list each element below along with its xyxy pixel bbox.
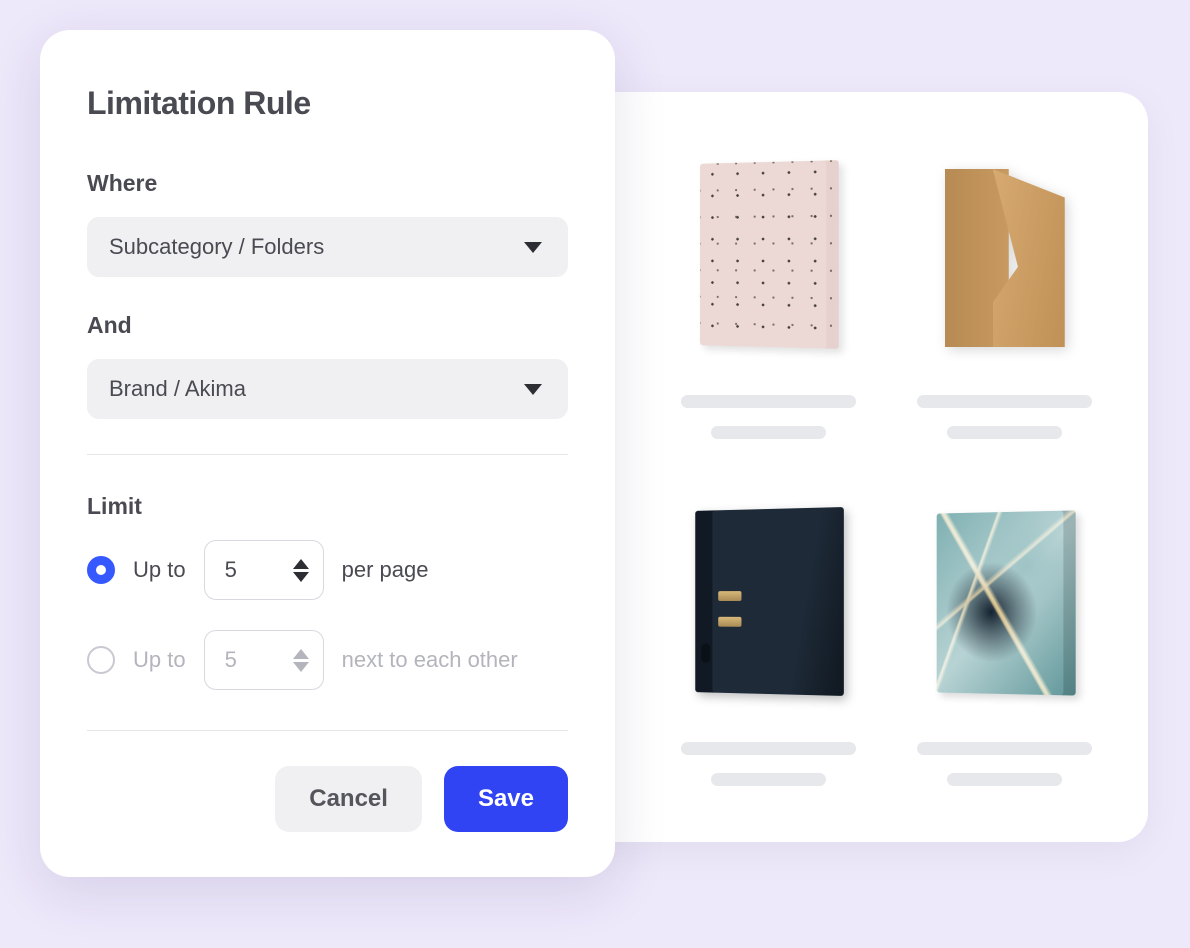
stepper-arrows-icon[interactable] [293, 559, 309, 582]
limit-prefix: Up to [133, 647, 186, 673]
stepper-value: 5 [225, 647, 237, 673]
radio-adjacent[interactable] [87, 646, 115, 674]
where-select-value: Subcategory / Folders [109, 234, 324, 260]
product-card [670, 499, 867, 786]
stepper-arrows-icon[interactable] [293, 649, 309, 672]
product-image [681, 499, 856, 694]
radio-per-page[interactable] [87, 556, 115, 584]
product-card [670, 152, 867, 439]
placeholder-line [947, 773, 1062, 786]
and-label: And [87, 312, 568, 339]
product-image [917, 499, 1092, 694]
limitation-rule-modal: Limitation Rule Where Subcategory / Fold… [40, 30, 615, 877]
placeholder-line [917, 742, 1092, 755]
placeholder-line [711, 773, 826, 786]
product-grid [670, 152, 1103, 786]
placeholder-line [711, 426, 826, 439]
limit-label: Limit [87, 493, 568, 520]
stepper-value: 5 [225, 557, 237, 583]
limit-option-adjacent: Up to 5 next to each other [87, 630, 568, 690]
product-image [917, 152, 1092, 347]
limit-option-per-page: Up to 5 per page [87, 540, 568, 600]
product-card [907, 499, 1104, 786]
and-select-value: Brand / Akima [109, 376, 246, 402]
chevron-down-icon [524, 384, 542, 395]
quantity-stepper-per-page[interactable]: 5 [204, 540, 324, 600]
product-card [907, 152, 1104, 439]
placeholder-line [947, 426, 1062, 439]
modal-actions: Cancel Save [87, 730, 568, 832]
save-button[interactable]: Save [444, 766, 568, 832]
placeholder-line [681, 395, 856, 408]
product-image [681, 152, 856, 347]
limit-prefix: Up to [133, 557, 186, 583]
where-label: Where [87, 170, 568, 197]
where-select[interactable]: Subcategory / Folders [87, 217, 568, 277]
placeholder-line [917, 395, 1092, 408]
modal-title: Limitation Rule [87, 85, 568, 122]
placeholder-line [681, 742, 856, 755]
chevron-down-icon [524, 242, 542, 253]
and-select[interactable]: Brand / Akima [87, 359, 568, 419]
divider [87, 454, 568, 455]
limit-suffix: per page [342, 557, 429, 583]
limit-suffix: next to each other [342, 647, 518, 673]
cancel-button[interactable]: Cancel [275, 766, 422, 832]
quantity-stepper-adjacent[interactable]: 5 [204, 630, 324, 690]
